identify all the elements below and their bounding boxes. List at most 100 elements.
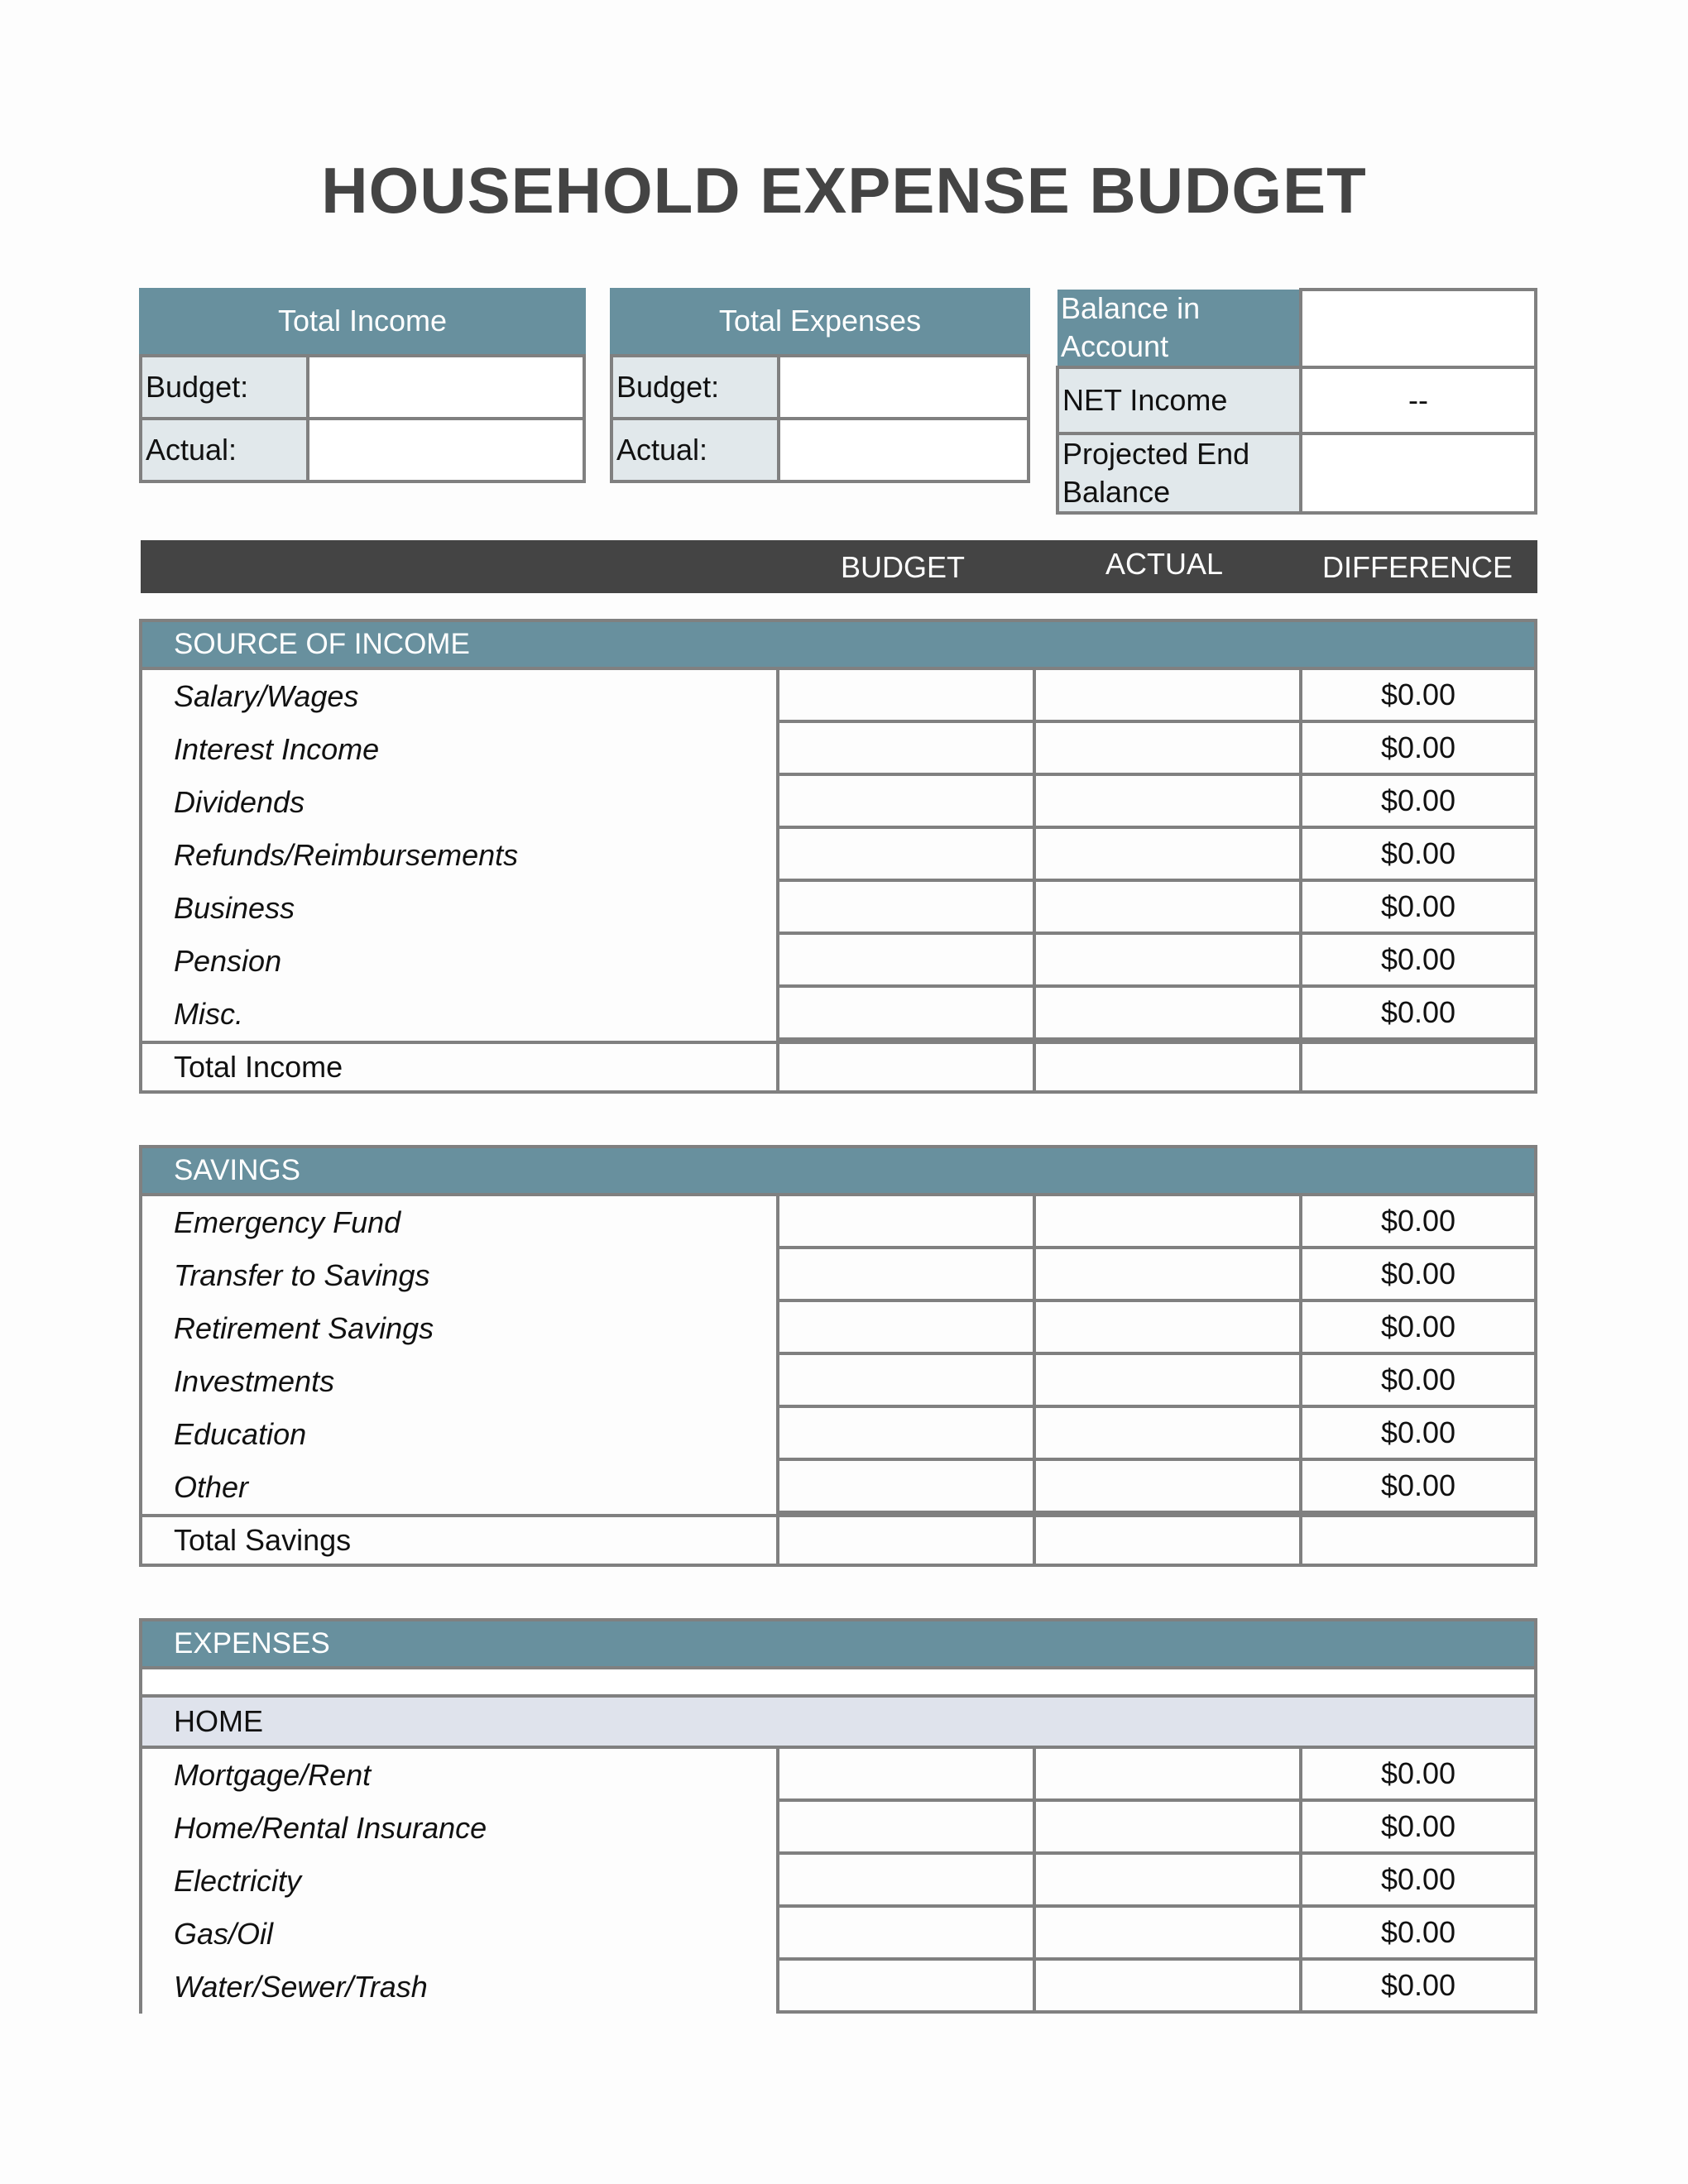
actual-cell[interactable] xyxy=(1033,1302,1299,1355)
budget-cell[interactable] xyxy=(776,776,1033,829)
table-row: Water/Sewer/Trash $0.00 xyxy=(142,1961,1534,2014)
difference-cell: $0.00 xyxy=(1299,1249,1534,1302)
column-budget: BUDGET xyxy=(840,550,965,584)
projected-end-balance-label: Projected End Balance xyxy=(1056,432,1302,515)
row-label: Home/Rental Insurance xyxy=(174,1811,487,1845)
difference-cell: $0.00 xyxy=(1299,670,1534,723)
actual-cell[interactable] xyxy=(1033,1961,1299,2014)
budget-cell[interactable] xyxy=(776,1855,1033,1908)
expenses-rows: HOME Mortgage/Rent $0.00 Home/Rental Insur… xyxy=(139,1669,1537,2014)
difference-cell: $0.00 xyxy=(1299,1749,1534,1802)
actual-cell[interactable] xyxy=(1033,1461,1299,1514)
actual-cell[interactable] xyxy=(1033,1749,1299,1802)
row-label: Dividends xyxy=(174,785,305,819)
row-label: Pension xyxy=(174,944,282,978)
income-actual-field[interactable] xyxy=(306,417,586,483)
row-label: Refunds/Reimbursements xyxy=(174,838,519,872)
net-income-label: NET Income xyxy=(1056,366,1302,435)
difference-cell: $0.00 xyxy=(1299,1302,1534,1355)
income-budget-label: Budget: xyxy=(139,354,309,420)
budget-cell[interactable] xyxy=(776,829,1033,882)
expenses-section-header: EXPENSES xyxy=(139,1618,1537,1669)
row-label: Business xyxy=(174,891,295,925)
actual-cell[interactable] xyxy=(1033,1196,1299,1249)
difference-cell: $0.00 xyxy=(1299,1961,1534,2014)
actual-cell[interactable] xyxy=(1033,829,1299,882)
budget-cell[interactable] xyxy=(776,1802,1033,1855)
expenses-home-rows: Mortgage/Rent $0.00 Home/Rental Insurance $… xyxy=(142,1749,1534,2014)
actual-cell[interactable] xyxy=(1033,1802,1299,1855)
expenses-actual-label: Actual: xyxy=(610,417,780,483)
table-row: Other $0.00 xyxy=(142,1461,1534,1514)
actual-cell[interactable] xyxy=(1033,1249,1299,1302)
difference-cell: $0.00 xyxy=(1299,776,1534,829)
budget-cell[interactable] xyxy=(776,1196,1033,1249)
total-label: Total Savings xyxy=(174,1523,352,1557)
row-label: Mortgage/Rent xyxy=(174,1758,372,1792)
actual-cell[interactable] xyxy=(1033,935,1299,988)
budget-cell[interactable] xyxy=(776,1249,1033,1302)
actual-cell[interactable] xyxy=(1033,882,1299,935)
total-label: Total Income xyxy=(174,1050,343,1084)
difference-cell: $0.00 xyxy=(1299,1855,1534,1908)
actual-cell[interactable] xyxy=(1033,988,1299,1041)
total-budget-cell[interactable] xyxy=(776,1517,1033,1564)
column-header-bar: BUDGET ACTUAL DIFFERENCE xyxy=(141,540,1537,593)
total-expenses-header: Total Expenses xyxy=(610,288,1030,354)
actual-cell[interactable] xyxy=(1033,1408,1299,1461)
expenses-actual-field[interactable] xyxy=(777,417,1030,483)
budget-cell[interactable] xyxy=(776,1461,1033,1514)
expenses-budget-field[interactable] xyxy=(777,354,1030,420)
table-row: Salary/Wages $0.00 xyxy=(142,670,1534,723)
difference-cell: $0.00 xyxy=(1299,1461,1534,1514)
actual-cell[interactable] xyxy=(1033,1355,1299,1408)
row-label: Salary/Wages xyxy=(174,679,359,713)
total-actual-cell[interactable] xyxy=(1033,1517,1299,1564)
table-row: Business $0.00 xyxy=(142,882,1534,935)
table-row: Education $0.00 xyxy=(142,1408,1534,1461)
row-label: Education xyxy=(174,1417,307,1451)
table-row: Electricity $0.00 xyxy=(142,1855,1534,1908)
budget-cell[interactable] xyxy=(776,1408,1033,1461)
budget-cell[interactable] xyxy=(776,1355,1033,1408)
actual-cell[interactable] xyxy=(1033,723,1299,776)
budget-cell[interactable] xyxy=(776,1908,1033,1961)
home-subsection-header: HOME xyxy=(142,1698,1534,1749)
budget-cell[interactable] xyxy=(776,988,1033,1041)
actual-cell[interactable] xyxy=(1033,1855,1299,1908)
income-section-header: SOURCE OF INCOME xyxy=(139,619,1537,670)
budget-cell[interactable] xyxy=(776,1302,1033,1355)
total-budget-cell[interactable] xyxy=(776,1044,1033,1090)
actual-cell[interactable] xyxy=(1033,670,1299,723)
savings-section: SAVINGS Emergency Fund $0.00 Transfer to S… xyxy=(139,1145,1537,1567)
total-row: Total Savings xyxy=(142,1514,1534,1567)
difference-cell: $0.00 xyxy=(1299,882,1534,935)
row-label: Transfer to Savings xyxy=(174,1258,430,1292)
total-expenses-box: Total Expenses Budget: Actual: xyxy=(610,288,1030,483)
budget-cell[interactable] xyxy=(776,935,1033,988)
page-title: HOUSEHOLD EXPENSE BUDGET xyxy=(321,154,1367,227)
difference-cell: $0.00 xyxy=(1299,1802,1534,1855)
income-budget-field[interactable] xyxy=(306,354,586,420)
budget-cell[interactable] xyxy=(776,723,1033,776)
balance-in-account-field[interactable] xyxy=(1299,288,1537,369)
table-row: Refunds/Reimbursements $0.00 xyxy=(142,829,1534,882)
difference-cell: $0.00 xyxy=(1299,1355,1534,1408)
actual-cell[interactable] xyxy=(1033,776,1299,829)
budget-cell[interactable] xyxy=(776,1961,1033,2014)
table-row: Home/Rental Insurance $0.00 xyxy=(142,1802,1534,1855)
total-actual-cell[interactable] xyxy=(1033,1044,1299,1090)
difference-cell: $0.00 xyxy=(1299,1196,1534,1249)
budget-cell[interactable] xyxy=(776,1749,1033,1802)
actual-cell[interactable] xyxy=(1033,1908,1299,1961)
projected-end-balance-field[interactable] xyxy=(1299,432,1537,515)
net-income-value: -- xyxy=(1299,366,1537,435)
savings-section-header: SAVINGS xyxy=(139,1145,1537,1196)
difference-cell: $0.00 xyxy=(1299,1908,1534,1961)
table-row: Investments $0.00 xyxy=(142,1355,1534,1408)
total-difference-cell xyxy=(1299,1517,1534,1564)
row-label: Electricity xyxy=(174,1864,302,1898)
total-income-header: Total Income xyxy=(139,288,586,354)
budget-cell[interactable] xyxy=(776,882,1033,935)
budget-cell[interactable] xyxy=(776,670,1033,723)
